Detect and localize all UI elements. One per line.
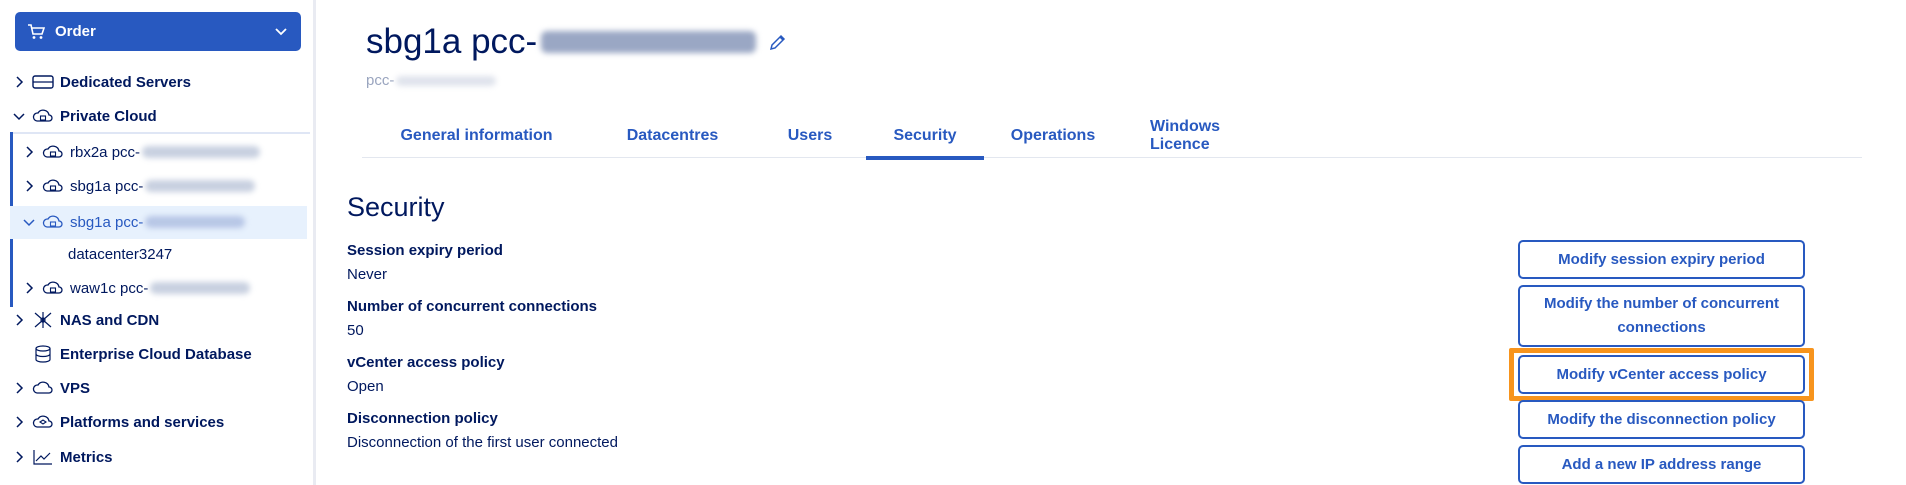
database-icon — [35, 345, 51, 363]
add-ip-range-button[interactable]: Add a new IP address range — [1518, 445, 1805, 484]
sidebar-item-nas-cdn[interactable]: NAS and CDN — [12, 306, 159, 334]
sidebar-item-rbx2a[interactable]: rbx2a pcc- — [22, 138, 261, 166]
page-title: sbg1a pcc- — [366, 22, 788, 62]
cloud-icon — [32, 381, 53, 394]
section-title: Security — [347, 192, 445, 222]
sidebar-item-label: rbx2a pcc- — [70, 143, 141, 161]
cloud-lock-icon — [42, 215, 63, 228]
field-label-concurrent-connections: Number of concurrent connections — [347, 298, 598, 315]
chevron-right-icon — [16, 416, 24, 428]
redacted-text — [142, 146, 261, 158]
field-value-disconnection-policy: Disconnection of the first user connecte… — [347, 434, 618, 451]
sidebar-item-label: waw1c pcc- — [70, 279, 149, 297]
sidebar-item-label: NAS and CDN — [60, 311, 160, 329]
sidebar-item-sbg1a-1[interactable]: sbg1a pcc- — [22, 172, 256, 200]
chevron-right-icon — [26, 146, 34, 158]
tab-bar: General information Datacentres Users Se… — [362, 114, 1862, 160]
redacted-text — [145, 216, 246, 228]
modify-disconnection-policy-button[interactable]: Modify the disconnection policy — [1518, 400, 1805, 439]
page-subtitle-text: pcc- — [366, 72, 395, 89]
modify-vcenter-access-button[interactable]: Modify vCenter access policy — [1518, 355, 1805, 394]
sidebar-item-platforms-services[interactable]: Platforms and services — [12, 408, 224, 436]
field-label-vcenter-access: vCenter access policy — [347, 354, 505, 371]
modify-concurrent-connections-button[interactable]: Modify the number of concurrent connecti… — [1518, 285, 1805, 347]
sidebar-item-private-cloud[interactable]: Private Cloud — [12, 102, 157, 130]
tab-datacentres[interactable]: Datacentres — [591, 114, 754, 158]
cloud-lock-icon — [42, 281, 63, 294]
chevron-right-icon — [26, 282, 34, 294]
cloud-lock-icon — [42, 179, 63, 192]
redacted-text — [150, 282, 251, 294]
sidebar-item-label: Private Cloud — [60, 107, 157, 125]
sidebar-item-dedicated-servers[interactable]: Dedicated Servers — [12, 68, 191, 96]
chevron-right-icon — [16, 76, 24, 88]
order-label: Order — [55, 23, 96, 40]
sidebar: Order Dedicated Servers Private Cloud rb… — [0, 0, 316, 485]
tab-security[interactable]: Security — [866, 114, 984, 160]
sidebar-item-label: Dedicated Servers — [60, 73, 191, 91]
modify-session-expiry-button[interactable]: Modify session expiry period — [1518, 240, 1805, 279]
sidebar-item-datacenter[interactable]: datacenter3247 — [68, 240, 172, 268]
field-value-concurrent-connections: 50 — [347, 322, 364, 339]
cloud-lock-icon — [32, 109, 53, 122]
tab-operations[interactable]: Operations — [984, 114, 1122, 158]
sidebar-item-label: datacenter3247 — [68, 245, 173, 263]
sidebar-item-label: VPS — [60, 379, 91, 397]
chart-line-icon — [33, 450, 52, 465]
field-label-disconnection-policy: Disconnection policy — [347, 410, 498, 427]
network-icon — [34, 312, 52, 328]
page-title-text: sbg1a pcc- — [366, 22, 538, 61]
sidebar-item-sbg1a-2[interactable]: sbg1a pcc- — [22, 208, 246, 236]
chevron-down-icon — [23, 219, 35, 227]
redacted-text — [396, 75, 497, 86]
sidebar-item-metrics[interactable]: Metrics — [12, 443, 113, 471]
pencil-icon[interactable] — [768, 32, 788, 52]
redacted-text — [541, 31, 757, 53]
cloud-stack-icon — [32, 415, 53, 428]
tab-windows-licence[interactable]: Windows Licence — [1122, 114, 1310, 158]
chevron-right-icon — [16, 382, 24, 394]
main-content: sbg1a pcc- pcc- General information Data… — [319, 0, 1906, 485]
cart-icon — [28, 23, 45, 39]
chevron-right-icon — [16, 314, 24, 326]
sidebar-item-label: sbg1a pcc- — [70, 213, 144, 231]
sidebar-item-label: Platforms and services — [60, 413, 225, 431]
chevron-right-icon — [16, 451, 24, 463]
sidebar-item-label: Enterprise Cloud Database — [60, 345, 252, 363]
sidebar-item-label: Metrics — [60, 448, 113, 466]
field-value-session-expiry: Never — [347, 266, 388, 283]
order-button[interactable]: Order — [15, 12, 301, 51]
tab-general-information[interactable]: General information — [362, 114, 591, 158]
cloud-lock-icon — [42, 145, 63, 158]
sidebar-item-enterprise-cloud-database[interactable]: Enterprise Cloud Database — [32, 340, 252, 368]
sidebar-item-label: sbg1a pcc- — [70, 177, 144, 195]
sidebar-item-vps[interactable]: VPS — [12, 374, 90, 402]
chevron-down-icon — [275, 28, 287, 36]
tab-users[interactable]: Users — [754, 114, 866, 158]
field-value-vcenter-access: Open — [347, 378, 384, 395]
sidebar-item-waw1c[interactable]: waw1c pcc- — [22, 274, 251, 302]
field-label-session-expiry: Session expiry period — [347, 242, 503, 259]
page-subtitle: pcc- — [366, 72, 497, 89]
chevron-down-icon — [13, 113, 25, 121]
redacted-text — [145, 180, 256, 192]
chevron-right-icon — [26, 180, 34, 192]
server-icon — [32, 75, 54, 89]
